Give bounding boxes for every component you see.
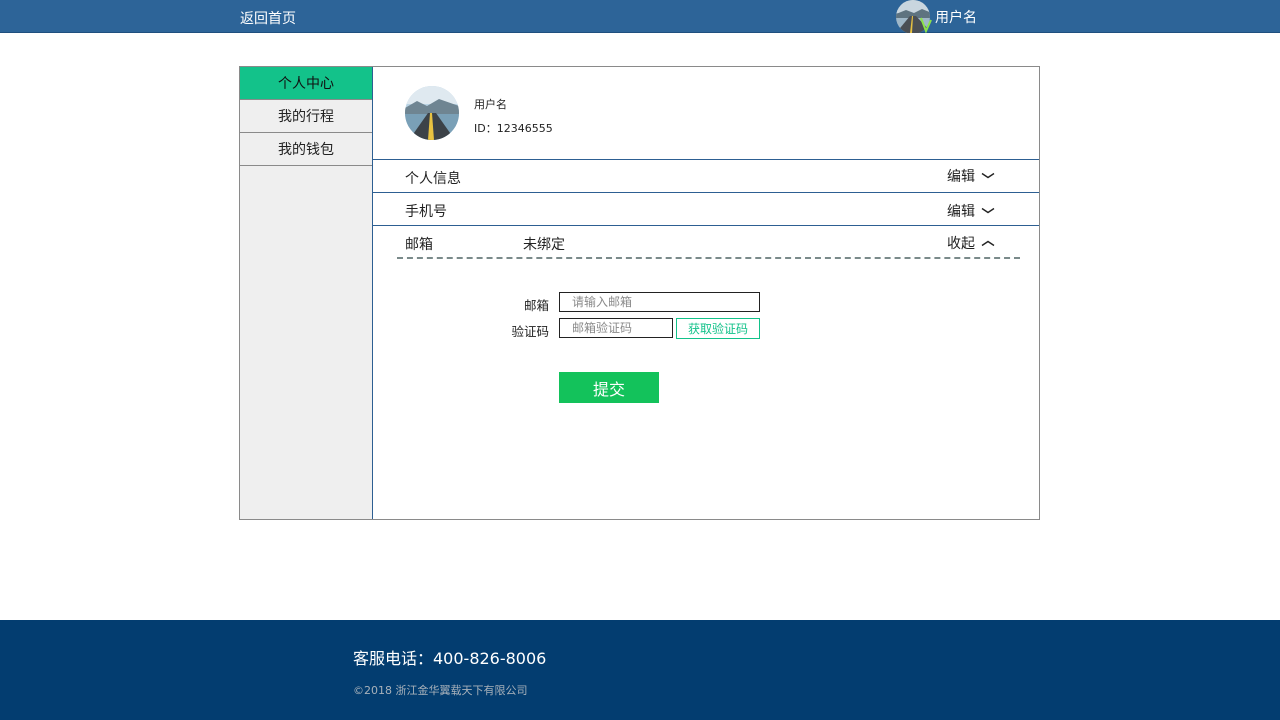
edit-personal-info-button[interactable]: 编辑: [947, 166, 995, 186]
profile-avatar: [405, 86, 459, 140]
divider: [397, 257, 1020, 259]
customer-service-phone: 客服电话：400-826-8006: [353, 649, 547, 668]
avatar: [896, 0, 932, 34]
section-label: 手机号: [405, 204, 447, 220]
section-phone: 手机号 编辑: [373, 192, 1039, 225]
collapse-email-button[interactable]: 收起: [947, 233, 995, 253]
profile-username: 用户名: [474, 98, 507, 111]
copyright-text: ©2018 浙江金华翼载天下有限公司: [353, 684, 528, 697]
profile-summary: 用户名 ID：12346555: [373, 67, 1039, 159]
email-input[interactable]: [559, 292, 760, 312]
top-username: 用户名: [935, 9, 977, 26]
sidebar-item-my-wallet[interactable]: 我的钱包: [240, 133, 372, 166]
email-label: 邮箱: [523, 298, 549, 313]
profile-user-id: ID：12346555: [474, 122, 553, 135]
section-personal-info: 个人信息 编辑: [373, 159, 1039, 192]
chevron-up-icon: [981, 240, 995, 247]
account-panel: 个人中心 我的行程 我的钱包 用户名 ID：12346555 个人信息 编辑 手…: [239, 66, 1040, 520]
edit-phone-button[interactable]: 编辑: [947, 201, 995, 221]
submit-button[interactable]: 提交: [559, 372, 659, 403]
action-label: 收起: [947, 236, 975, 252]
section-label: 个人信息: [405, 171, 461, 187]
action-label: 编辑: [947, 169, 975, 185]
footer: 客服电话：400-826-8006 ©2018 浙江金华翼载天下有限公司: [0, 620, 1280, 720]
user-menu[interactable]: 用户名: [896, 0, 977, 34]
section-label: 邮箱: [405, 237, 433, 253]
action-label: 编辑: [947, 204, 975, 220]
top-navigation-bar: 返回首页 用户名: [0, 0, 1280, 34]
verification-code-label: 验证码: [511, 324, 549, 339]
sidebar: 个人中心 我的行程 我的钱包: [240, 67, 373, 519]
chevron-down-icon: [981, 207, 995, 214]
main-content: 用户名 ID：12346555 个人信息 编辑 手机号 编辑 邮箱 未绑定 收起: [373, 67, 1039, 519]
get-verification-code-button[interactable]: 获取验证码: [676, 318, 760, 339]
email-status: 未绑定: [523, 237, 565, 253]
back-home-link[interactable]: 返回首页: [240, 8, 296, 28]
sidebar-item-my-trips[interactable]: 我的行程: [240, 100, 372, 133]
verification-code-input[interactable]: [559, 318, 673, 338]
sidebar-item-personal-center[interactable]: 个人中心: [240, 67, 372, 100]
chevron-down-icon: [981, 172, 995, 179]
section-email: 邮箱 未绑定 收起: [373, 225, 1039, 258]
